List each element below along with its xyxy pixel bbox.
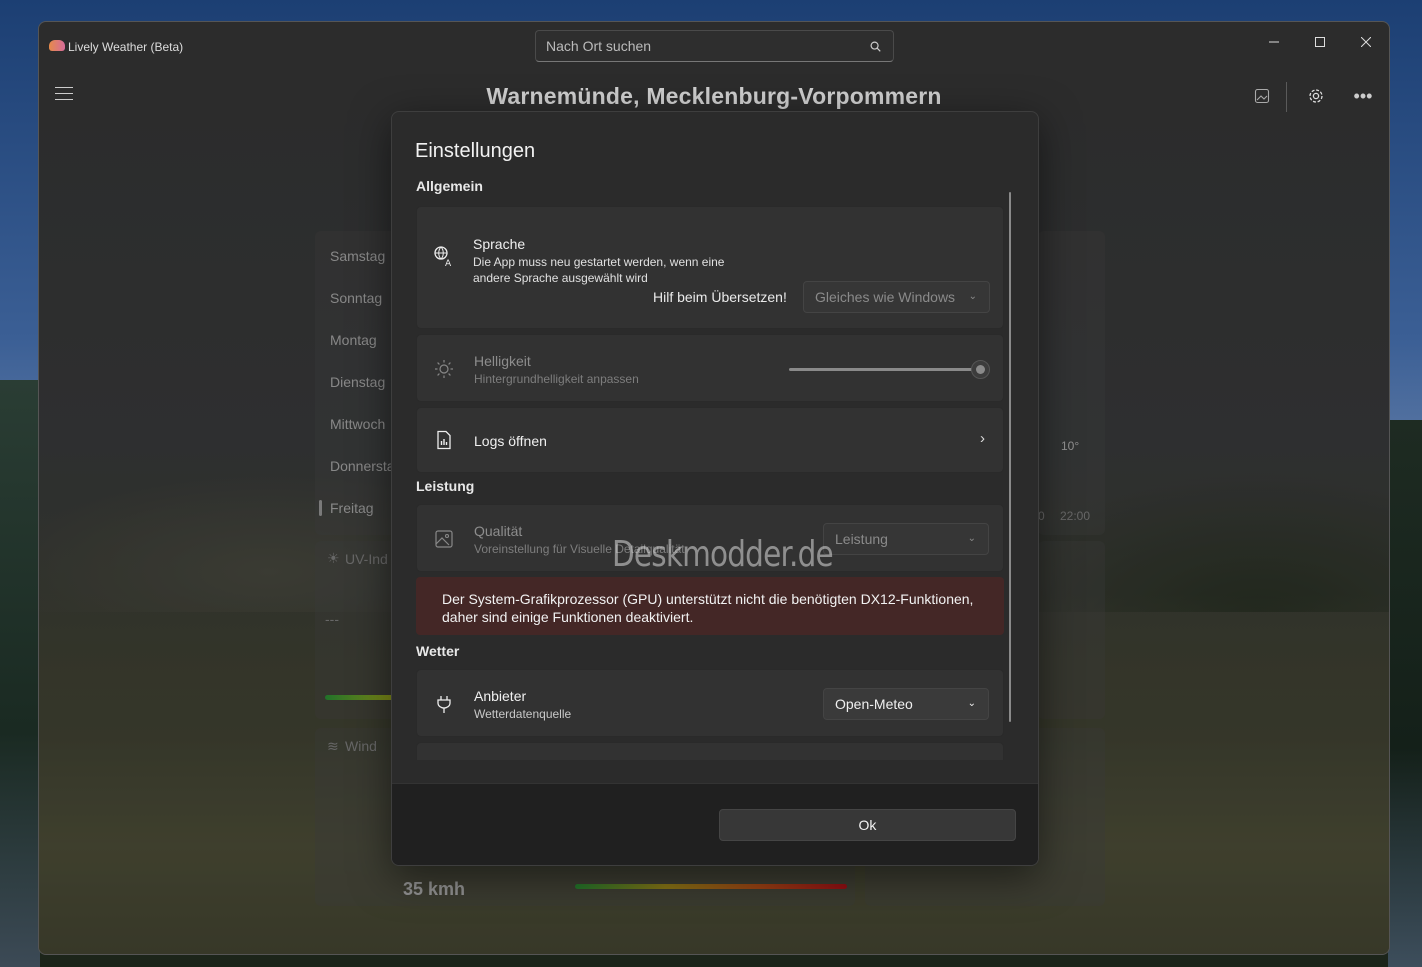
minimize-icon [1269, 41, 1279, 43]
section-weather: Wetter [416, 643, 460, 659]
settings-scroll-area[interactable]: Allgemein A Sprache Die App muss neu ges… [416, 174, 1004, 760]
brightness-setting: Helligkeit Hintergrundhelligkeit anpasse… [416, 334, 1004, 402]
search-icon[interactable] [870, 41, 881, 52]
brightness-slider-track[interactable] [789, 368, 979, 371]
quality-title: Qualität [474, 523, 523, 539]
more-options-icon[interactable]: ••• [1351, 84, 1375, 108]
title-bar: Lively Weather (Beta) [39, 22, 1389, 70]
image-icon [433, 528, 455, 550]
desktop-wallpaper-left [0, 380, 40, 967]
desktop-wallpaper-right [1388, 420, 1422, 967]
help-translate-link[interactable]: Hilf beim Übersetzen! [653, 289, 787, 305]
settings-dialog: Einstellungen Allgemein A Sprache Die Ap… [391, 111, 1039, 866]
provider-dropdown-value: Open-Meteo [835, 696, 913, 712]
toolbar-divider [1286, 82, 1287, 112]
language-title: Sprache [473, 236, 526, 252]
chevron-down-icon: ⌄ [967, 533, 976, 544]
brightness-title: Helligkeit [474, 353, 531, 369]
document-chart-icon [433, 429, 455, 451]
dialog-footer: Ok [392, 783, 1038, 865]
language-setting: A Sprache Die App muss neu gestartet wer… [416, 206, 1004, 329]
brightness-slider-thumb[interactable] [971, 360, 990, 379]
settings-scrollbar[interactable] [1009, 192, 1011, 722]
language-subtitle-line1: Die App muss neu gestartet werden, wenn … [473, 255, 725, 269]
provider-title: Anbieter [474, 688, 527, 704]
maximize-icon [1315, 37, 1325, 47]
chevron-down-icon: ⌄ [968, 291, 977, 302]
logs-title: Logs öffnen [474, 433, 547, 449]
gpu-error-line2: daher sind einige Funktionen deaktiviert… [442, 609, 694, 625]
gear-icon[interactable] [1304, 84, 1328, 108]
close-icon [1361, 37, 1371, 47]
maximize-button[interactable] [1297, 26, 1343, 58]
brightness-icon [433, 358, 455, 380]
section-performance: Leistung [416, 478, 475, 494]
quality-dropdown-value: Leistung [835, 531, 888, 547]
plug-icon [433, 693, 455, 715]
app-logo-icon [49, 40, 65, 51]
provider-subtitle: Wetterdatenquelle [474, 707, 572, 721]
wallpaper-icon[interactable] [1250, 84, 1274, 108]
chevron-right-icon: › [980, 430, 985, 447]
ok-button[interactable]: Ok [719, 809, 1016, 841]
watermark-logo: Deskmodder.de [612, 534, 834, 575]
language-dropdown-value: Gleiches wie Windows [815, 289, 956, 305]
svg-text:A: A [445, 259, 452, 267]
language-subtitle-line2: andere Sprache ausgewählt wird [473, 271, 648, 285]
section-general: Allgemein [416, 178, 483, 194]
search-input[interactable] [546, 31, 856, 61]
search-box[interactable] [535, 30, 894, 62]
dialog-title: Einstellungen [415, 140, 536, 162]
location-title: Warnemünde, Mecklenburg-Vorpommern [486, 83, 942, 109]
gpu-error-message: Der System-Grafikprozessor (GPU) unterst… [416, 577, 1004, 635]
language-icon: A [433, 245, 455, 267]
next-setting-partial [416, 742, 1004, 760]
app-title: Lively Weather (Beta) [68, 40, 184, 54]
chevron-down-icon: ⌄ [967, 698, 976, 709]
provider-setting: Anbieter Wetterdatenquelle Open-Meteo ⌄ [416, 669, 1004, 737]
gpu-error-line1: Der System-Grafikprozessor (GPU) unterst… [442, 591, 974, 607]
provider-dropdown[interactable]: Open-Meteo ⌄ [823, 688, 989, 720]
quality-dropdown[interactable]: Leistung ⌄ [823, 523, 989, 555]
brightness-subtitle: Hintergrundhelligkeit anpassen [474, 372, 639, 386]
close-button[interactable] [1343, 26, 1389, 58]
app-window: Samstag Sonntag Montag Dienstag Mittwoch… [38, 21, 1390, 955]
language-dropdown[interactable]: Gleiches wie Windows ⌄ [803, 281, 990, 313]
minimize-button[interactable] [1251, 26, 1297, 58]
open-logs-button[interactable]: Logs öffnen › [416, 407, 1004, 473]
